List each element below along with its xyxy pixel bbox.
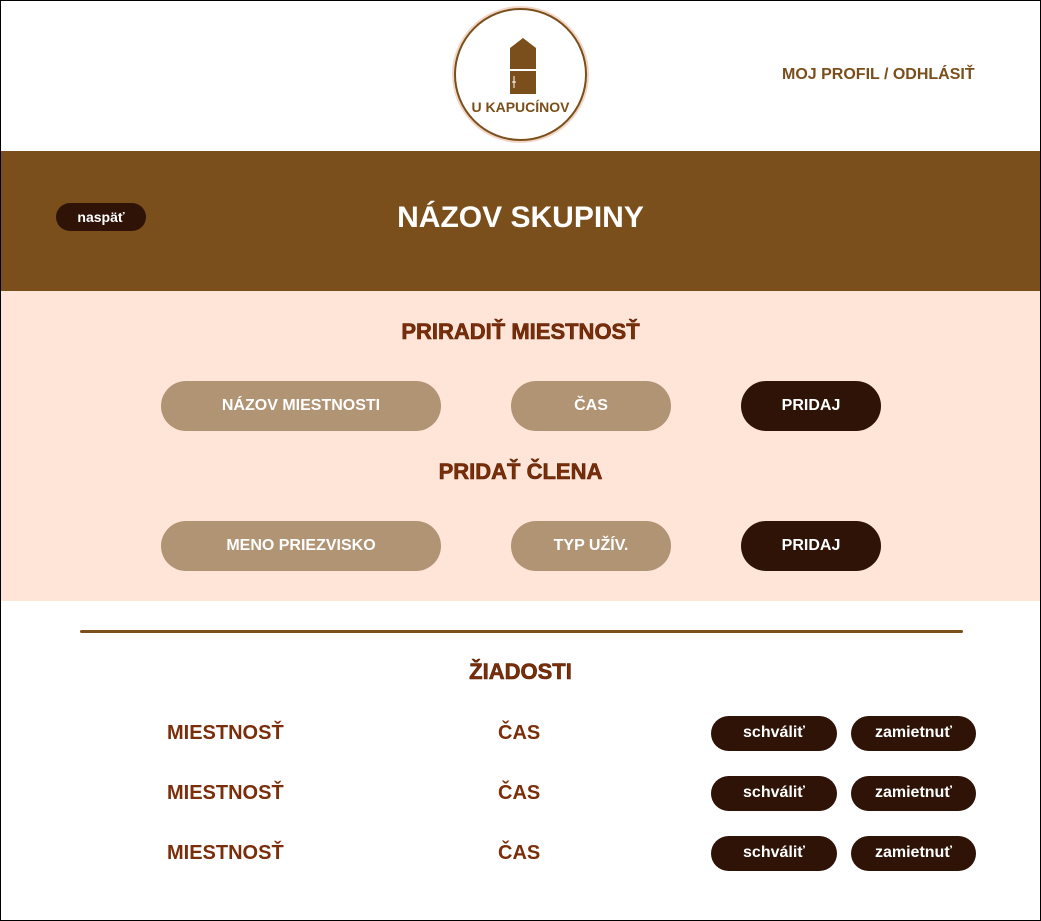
reject-button[interactable]: zamietnuť — [851, 776, 976, 811]
divider — [80, 630, 963, 633]
add-member-button[interactable]: PRIDAJ — [741, 521, 881, 571]
add-room-button[interactable]: PRIDAJ — [741, 381, 881, 431]
profile-logout-link[interactable]: MOJ PROFIL / ODHLÁSIŤ — [782, 66, 975, 84]
request-time: ČAS — [498, 722, 541, 744]
page: U KAPUCÍNOV MOJ PROFIL / ODHLÁSIŤ naspäť… — [0, 0, 1041, 921]
requests-title: ŽIADOSTI — [469, 659, 572, 685]
time-field[interactable]: ČAS — [511, 381, 671, 431]
approve-button[interactable]: schváliť — [711, 836, 837, 871]
group-actions-section: PRIRADIŤ MIESTNOSŤ NÁZOV MIESTNOSTI ČAS … — [1, 291, 1040, 601]
user-type-field[interactable]: TYP UŽÍV. — [511, 521, 671, 571]
page-title: NÁZOV SKUPINY — [397, 201, 644, 234]
request-room: MIESTNOSŤ — [167, 722, 284, 744]
request-room: MIESTNOSŤ — [167, 842, 284, 864]
logo[interactable]: U KAPUCÍNOV — [454, 8, 587, 141]
assign-room-title: PRIRADIŤ MIESTNOSŤ — [401, 319, 640, 345]
request-time: ČAS — [498, 782, 541, 804]
approve-button[interactable]: schváliť — [711, 716, 837, 751]
request-room: MIESTNOSŤ — [167, 782, 284, 804]
group-banner: naspäť NÁZOV SKUPINY — [1, 151, 1040, 291]
room-name-field[interactable]: NÁZOV MIESTNOSTI — [161, 381, 441, 431]
logo-text: U KAPUCÍNOV — [471, 99, 570, 115]
member-name-field[interactable]: MENO PRIEZVISKO — [161, 521, 441, 571]
approve-button[interactable]: schváliť — [711, 776, 837, 811]
reject-button[interactable]: zamietnuť — [851, 716, 976, 751]
house-icon — [510, 38, 536, 94]
request-time: ČAS — [498, 842, 541, 864]
reject-button[interactable]: zamietnuť — [851, 836, 976, 871]
add-member-title: PRIDAŤ ČLENA — [438, 459, 603, 485]
